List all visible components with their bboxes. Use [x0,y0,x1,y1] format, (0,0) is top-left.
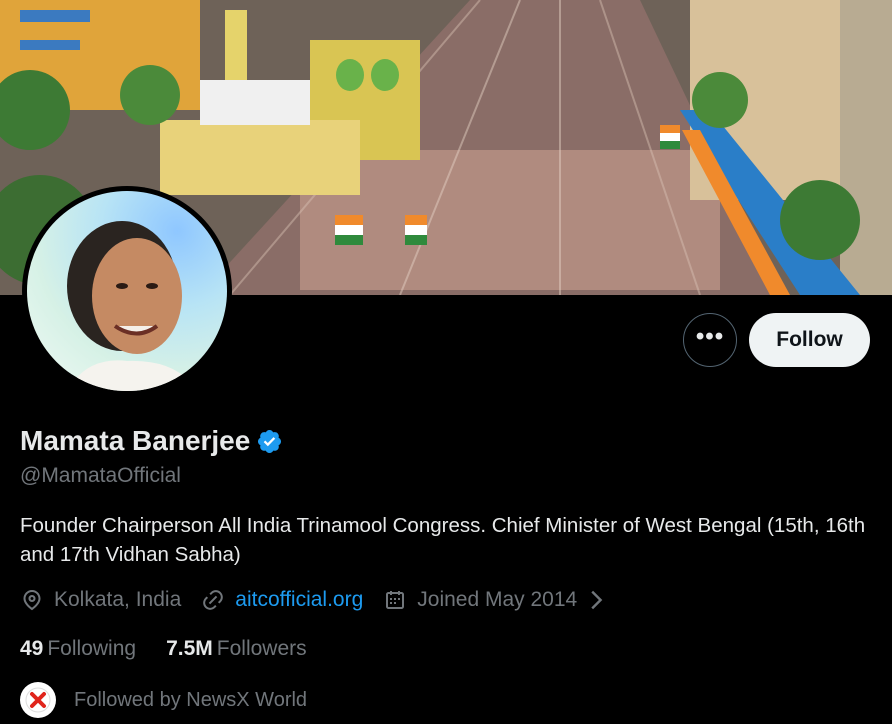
followed-by-text: Followed by NewsX World [74,688,308,711]
newsx-avatar [20,682,56,718]
website-item[interactable]: aitcofficial.org [201,588,363,612]
profile-name: Mamata Banerjee [20,425,251,456]
profile-avatar[interactable] [22,186,232,396]
avatar-photo [27,191,227,391]
more-icon: ••• [695,323,725,350]
following-label: Following [47,637,137,660]
profile-bio: Founder Chairperson All India Trinamool … [20,514,866,566]
following-link[interactable]: 49 Following [20,637,136,661]
chevron-right-icon [591,590,603,610]
location-text: Kolkata, India [54,588,182,611]
joined-text: Joined May 2014 [417,588,578,611]
follow-stats: 49 Following 7.5M Followers [20,637,337,661]
followers-label: Followers [216,637,307,660]
follow-button[interactable]: Follow [749,313,870,367]
followers-count: 7.5M [166,637,213,660]
link-icon [203,590,224,610]
following-count: 49 [20,637,44,660]
followers-link[interactable]: 7.5M Followers [166,637,307,661]
website-link[interactable]: aitcofficial.org [235,588,363,612]
newsx-logo-icon [25,687,51,713]
verified-badge-icon[interactable] [256,428,283,455]
joined-item[interactable]: Joined May 2014 [383,588,619,612]
location-pin-icon [23,590,41,611]
more-options-button[interactable]: ••• [683,313,737,367]
location-item: Kolkata, India [20,588,181,612]
profile-handle: @MamataOfficial [20,464,181,487]
profile-meta: Kolkata, India aitcofficial.org Joined M… [20,588,639,612]
followed-by-row[interactable]: Followed by NewsX World [20,682,307,718]
profile-name-row: Mamata Banerjee [20,425,283,457]
calendar-icon [386,591,405,609]
